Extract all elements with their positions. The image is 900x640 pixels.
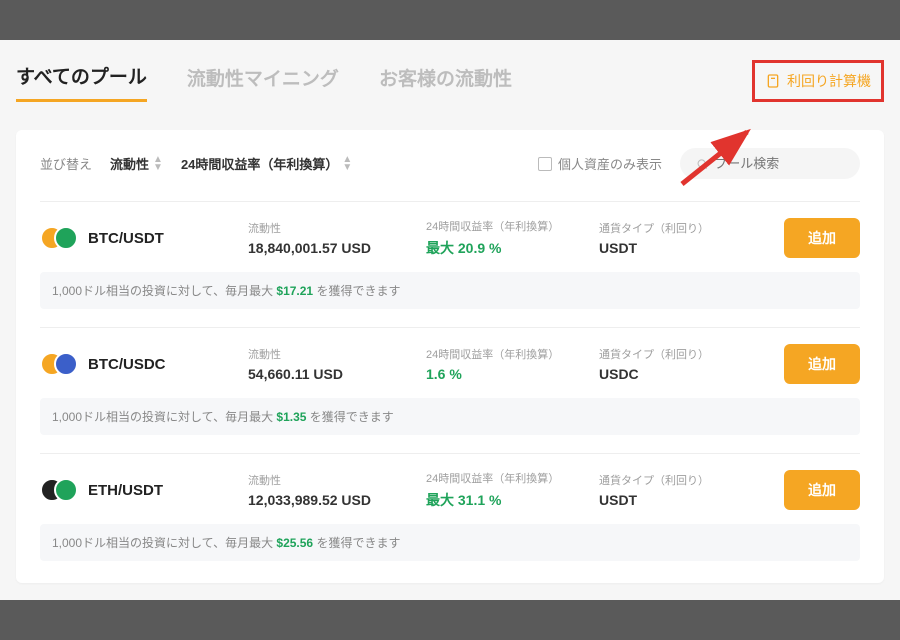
liquidity-value: 54,660.11 USD xyxy=(248,366,418,382)
pair-label: BTC/USDC xyxy=(88,356,166,373)
reward-value: USDT xyxy=(599,240,739,256)
pair-label: BTC/USDT xyxy=(88,230,164,247)
token-pair-icon xyxy=(40,476,78,504)
pool-search[interactable] xyxy=(680,148,860,179)
monthly-yield-amount: $1.35 xyxy=(276,410,306,424)
reward-label: 通貨タイプ（利回り） xyxy=(599,472,739,488)
sort-by-apy[interactable]: 24時間収益率（年利換算） ▲▼ xyxy=(181,154,352,173)
tab-bar: すべてのプール 流動性マイニング お客様の流動性 利回り計算機 xyxy=(16,40,884,112)
personal-assets-label: 個人資産のみ表示 xyxy=(558,154,662,173)
liquidity-value: 12,033,989.52 USD xyxy=(248,492,418,508)
pair-label: ETH/USDT xyxy=(88,482,163,499)
pool-pair[interactable]: BTC/USDT xyxy=(40,224,240,252)
apy-label: 24時間収益率（年利換算） xyxy=(426,218,591,234)
tab-liquidity-mining[interactable]: 流動性マイニング xyxy=(187,64,339,101)
add-liquidity-button[interactable]: 追加 xyxy=(784,218,860,258)
pool-item: BTC/USDC 流動性 54,660.11 USD 24時間収益率（年利換算）… xyxy=(40,327,860,435)
sort-label: 並び替え xyxy=(40,154,92,173)
token-pair-icon xyxy=(40,224,78,252)
pool-pair[interactable]: BTC/USDC xyxy=(40,350,240,378)
yield-calculator-button[interactable]: 利回り計算機 xyxy=(752,60,884,102)
pool-panel: 並び替え 流動性 ▲▼ 24時間収益率（年利換算） ▲▼ 個人資産のみ表示 xyxy=(16,130,884,583)
pool-item: ETH/USDT 流動性 12,033,989.52 USD 24時間収益率（年… xyxy=(40,453,860,561)
sort-by-apy-label: 24時間収益率（年利換算） xyxy=(181,154,338,173)
monthly-yield-note: 1,000ドル相当の投資に対して、毎月最大 $1.35 を獲得できます xyxy=(40,398,860,435)
yield-calculator-label: 利回り計算機 xyxy=(787,71,871,91)
sort-arrows-icon: ▲▼ xyxy=(342,156,352,172)
search-icon xyxy=(696,157,708,171)
sort-by-liquidity[interactable]: 流動性 ▲▼ xyxy=(110,154,163,173)
apy-label: 24時間収益率（年利換算） xyxy=(426,346,591,362)
controls-row: 並び替え 流動性 ▲▼ 24時間収益率（年利換算） ▲▼ 個人資産のみ表示 xyxy=(40,148,860,179)
liquidity-label: 流動性 xyxy=(248,220,418,236)
token-pair-icon xyxy=(40,350,78,378)
reward-label: 通貨タイプ（利回り） xyxy=(599,220,739,236)
tab-all-pools[interactable]: すべてのプール xyxy=(16,62,147,102)
sort-by-liquidity-label: 流動性 xyxy=(110,154,149,173)
liquidity-value: 18,840,001.57 USD xyxy=(248,240,418,256)
monthly-yield-amount: $17.21 xyxy=(276,284,313,298)
pool-item: BTC/USDT 流動性 18,840,001.57 USD 24時間収益率（年… xyxy=(40,201,860,309)
monthly-yield-note: 1,000ドル相当の投資に対して、毎月最大 $17.21 を獲得できます xyxy=(40,272,860,309)
reward-label: 通貨タイプ（利回り） xyxy=(599,346,739,362)
apy-value: 最大 20.9 % xyxy=(426,238,591,258)
pool-search-input[interactable] xyxy=(714,156,844,171)
add-liquidity-button[interactable]: 追加 xyxy=(784,344,860,384)
sort-arrows-icon: ▲▼ xyxy=(153,156,163,172)
tab-your-liquidity[interactable]: お客様の流動性 xyxy=(379,64,512,101)
liquidity-label: 流動性 xyxy=(248,472,418,488)
liquidity-label: 流動性 xyxy=(248,346,418,362)
calculator-icon xyxy=(765,73,781,89)
monthly-yield-amount: $25.56 xyxy=(276,536,313,550)
checkbox-box-icon xyxy=(538,157,552,171)
reward-value: USDC xyxy=(599,366,739,382)
reward-value: USDT xyxy=(599,492,739,508)
apy-value: 最大 31.1 % xyxy=(426,490,591,510)
pool-pair[interactable]: ETH/USDT xyxy=(40,476,240,504)
apy-value: 1.6 % xyxy=(426,366,591,382)
monthly-yield-note: 1,000ドル相当の投資に対して、毎月最大 $25.56 を獲得できます xyxy=(40,524,860,561)
apy-label: 24時間収益率（年利換算） xyxy=(426,470,591,486)
add-liquidity-button[interactable]: 追加 xyxy=(784,470,860,510)
personal-assets-checkbox[interactable]: 個人資産のみ表示 xyxy=(538,154,662,173)
